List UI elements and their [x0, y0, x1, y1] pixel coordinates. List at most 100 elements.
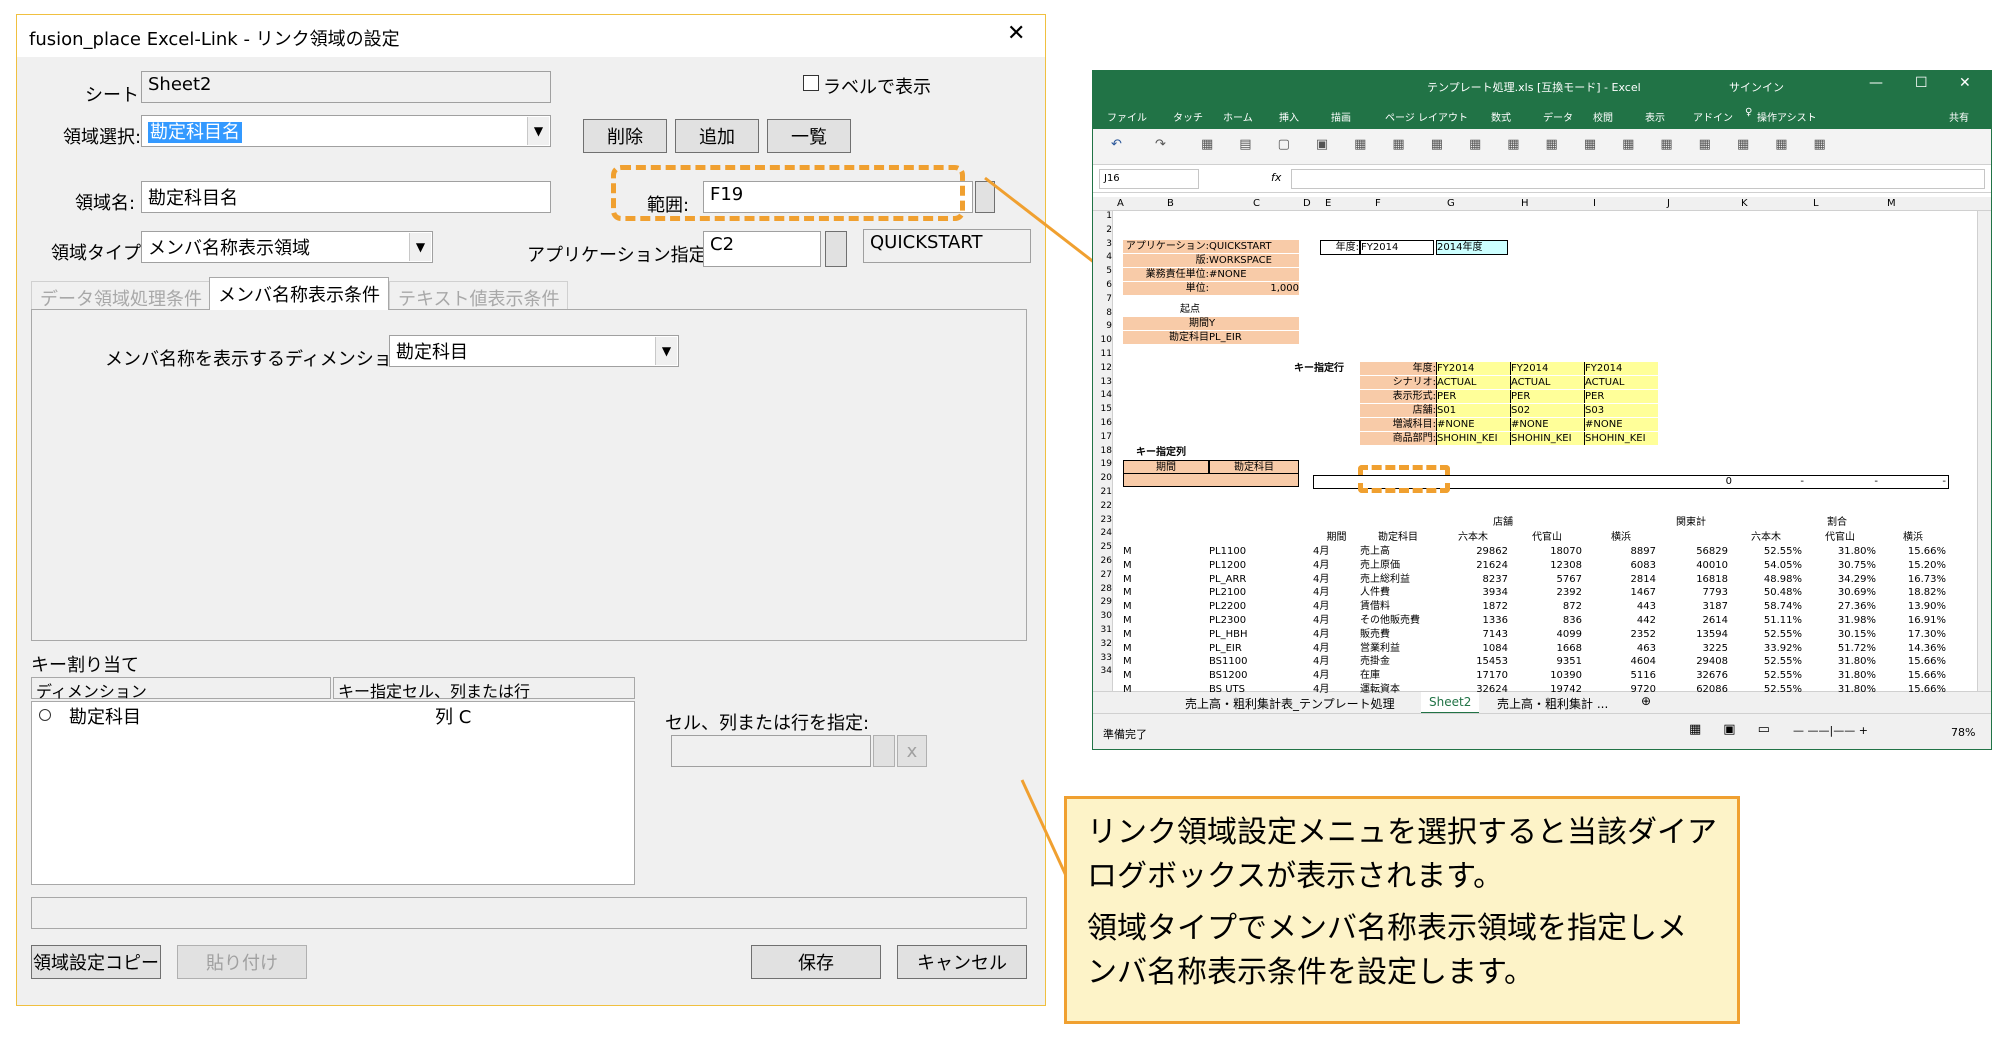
key-row-value[interactable]: SHOHIN_KEI	[1584, 432, 1658, 445]
row-number[interactable]: 29	[1094, 596, 1112, 610]
table-cell[interactable]: 売上原価	[1360, 559, 1436, 572]
table-cell[interactable]: 31.80%	[1804, 669, 1876, 682]
table-cell[interactable]: 在庫	[1360, 669, 1436, 682]
table-cell[interactable]: 34.29%	[1804, 573, 1876, 586]
ribbon-tab-data[interactable]: データ	[1543, 109, 1573, 124]
ribbon-tab-home[interactable]: ホーム	[1223, 109, 1253, 124]
sheet-tab-template[interactable]: 売上高・粗利集計表_テンプレート処理	[1185, 695, 1395, 712]
table-cell[interactable]: 2814	[1584, 573, 1656, 586]
row-number[interactable]: 2	[1094, 224, 1112, 238]
key-row-value[interactable]: S02	[1510, 404, 1584, 417]
table-cell[interactable]: 8897	[1584, 545, 1656, 558]
row-number[interactable]: 15	[1094, 403, 1112, 417]
table-cell[interactable]: 7143	[1436, 628, 1508, 641]
table-cell[interactable]: 30.69%	[1804, 586, 1876, 599]
ribbon-tab-formulas[interactable]: 数式	[1491, 109, 1511, 124]
table-cell[interactable]: 18070	[1510, 545, 1582, 558]
key-row-value[interactable]: FY2014	[1436, 362, 1510, 375]
table-cell[interactable]: 1336	[1436, 614, 1508, 627]
table-cell[interactable]: M	[1123, 642, 1209, 655]
table-cell[interactable]: 4月	[1313, 600, 1360, 613]
table-cell[interactable]: 836	[1510, 614, 1582, 627]
key-row-value[interactable]: ACTUAL	[1510, 376, 1584, 389]
col-header[interactable]: D	[1303, 198, 1311, 209]
col-header[interactable]: M	[1887, 198, 1896, 209]
table-cell[interactable]: 17170	[1436, 669, 1508, 682]
table-cell[interactable]: 売上高	[1360, 545, 1436, 558]
table-cell[interactable]: その他販売費	[1360, 614, 1436, 627]
table-cell[interactable]: 4月	[1313, 669, 1360, 682]
table-cell[interactable]: 4月	[1313, 683, 1360, 696]
row-number[interactable]: 11	[1094, 348, 1112, 362]
table-cell[interactable]: 62086	[1658, 683, 1728, 696]
table-cell[interactable]: 31.80%	[1804, 655, 1876, 668]
row-number[interactable]: 18	[1094, 445, 1112, 459]
key-row-value[interactable]: SHOHIN_KEI	[1510, 432, 1584, 445]
param-value[interactable]: WORKSPACE	[1209, 254, 1299, 267]
table-cell[interactable]: 40010	[1658, 559, 1728, 572]
table-cell[interactable]: 人件費	[1360, 586, 1436, 599]
table-cell[interactable]: 16.91%	[1878, 614, 1946, 627]
sheet-tab-summary[interactable]: 売上高・粗利集計 ...	[1497, 695, 1608, 712]
table-cell[interactable]: 16818	[1658, 573, 1728, 586]
param-value[interactable]: QUICKSTART	[1209, 240, 1299, 253]
table-cell[interactable]: PL1200	[1209, 559, 1299, 572]
table-cell[interactable]: 4月	[1313, 545, 1360, 558]
table-cell[interactable]: 3225	[1658, 642, 1728, 655]
table-cell[interactable]: 16.73%	[1878, 573, 1946, 586]
table-cell[interactable]: 52.55%	[1730, 683, 1802, 696]
row-number[interactable]: 17	[1094, 431, 1112, 445]
row-number[interactable]: 19	[1094, 458, 1112, 472]
table-cell[interactable]: 29862	[1436, 545, 1508, 558]
undo-icon[interactable]: ↶	[1111, 137, 1122, 152]
table-cell[interactable]: 443	[1584, 600, 1656, 613]
table-cell[interactable]: PL_HBH	[1209, 628, 1299, 641]
row-number[interactable]: 23	[1094, 514, 1112, 528]
table-cell[interactable]: 1467	[1584, 586, 1656, 599]
ribbon-assist[interactable]: 操作アシスト	[1757, 109, 1817, 124]
table-cell[interactable]: 営業利益	[1360, 642, 1436, 655]
name-box[interactable]: J16	[1099, 169, 1199, 189]
table-cell[interactable]: 14.36%	[1878, 642, 1946, 655]
row-number[interactable]: 30	[1094, 610, 1112, 624]
fx-icon[interactable]: fx	[1271, 171, 1281, 184]
table-cell[interactable]: 4月	[1313, 628, 1360, 641]
key-row-value[interactable]: ACTUAL	[1584, 376, 1658, 389]
table-cell[interactable]: BS UTS	[1209, 683, 1299, 696]
key-row-value[interactable]: PER	[1510, 390, 1584, 403]
table-cell[interactable]: 4月	[1313, 614, 1360, 627]
close-icon[interactable]: ✕	[1959, 75, 1971, 91]
table-cell[interactable]: M	[1123, 586, 1209, 599]
row-number[interactable]: 21	[1094, 486, 1112, 500]
row-number[interactable]: 33	[1094, 652, 1112, 666]
table-cell[interactable]: 1668	[1510, 642, 1582, 655]
row-number[interactable]: 25	[1094, 541, 1112, 555]
row-number[interactable]: 7	[1094, 293, 1112, 307]
table-cell[interactable]: 52.55%	[1730, 669, 1802, 682]
table-cell[interactable]: 17.30%	[1878, 628, 1946, 641]
table-cell[interactable]: 運転資本	[1360, 683, 1436, 696]
table-cell[interactable]: 13.90%	[1878, 600, 1946, 613]
table-cell[interactable]: 9720	[1584, 683, 1656, 696]
row-number[interactable]: 14	[1094, 389, 1112, 403]
param-value[interactable]: #NONE	[1209, 268, 1299, 281]
key-row-value[interactable]: S03	[1584, 404, 1658, 417]
table-cell[interactable]: 51.72%	[1804, 642, 1876, 655]
row-number[interactable]: 20	[1094, 472, 1112, 486]
table-cell[interactable]: PL2200	[1209, 600, 1299, 613]
table-cell[interactable]: 15.66%	[1878, 683, 1946, 696]
key-row-value[interactable]: PER	[1436, 390, 1510, 403]
table-cell[interactable]: 賃借料	[1360, 600, 1436, 613]
table-cell[interactable]: 1084	[1436, 642, 1508, 655]
tab-member-name[interactable]: メンバ名称表示条件	[209, 277, 389, 310]
table-cell[interactable]: 442	[1584, 614, 1656, 627]
row-number[interactable]: 6	[1094, 279, 1112, 293]
col-header[interactable]: C	[1253, 198, 1260, 209]
zoom-slider[interactable]: — ——|—— +	[1793, 724, 1868, 737]
col-header[interactable]: H	[1521, 198, 1529, 209]
table-cell[interactable]: 31.80%	[1804, 683, 1876, 696]
key-row-value[interactable]: #NONE	[1584, 418, 1658, 431]
ribbon-tab-insert[interactable]: 挿入	[1279, 109, 1299, 124]
table-cell[interactable]: 7793	[1658, 586, 1728, 599]
table-cell[interactable]: 15.66%	[1878, 669, 1946, 682]
